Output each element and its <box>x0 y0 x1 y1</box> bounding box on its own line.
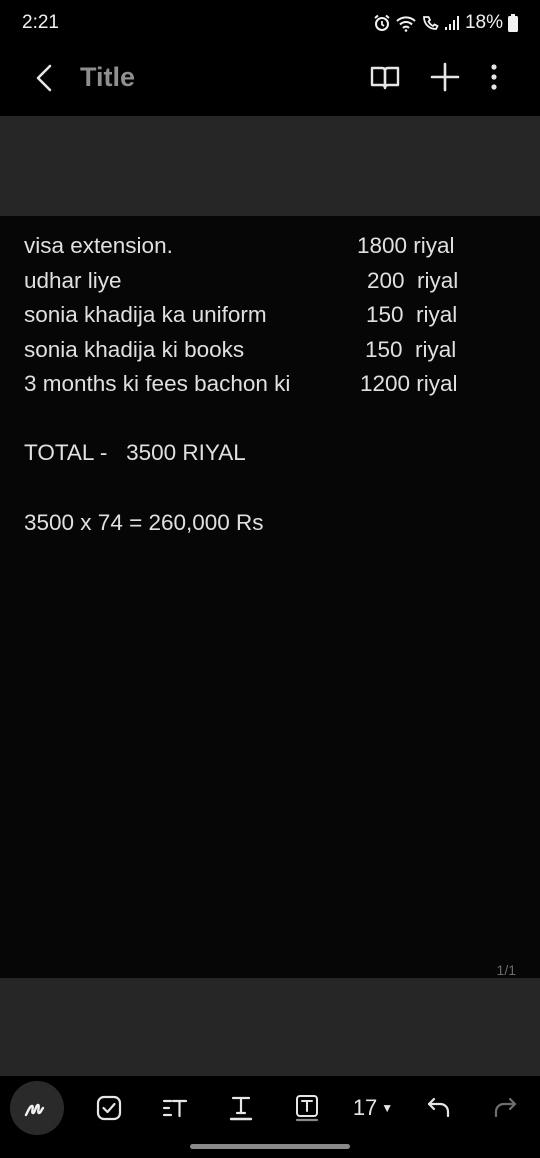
book-icon <box>370 66 400 90</box>
note-line-amount: 200 riyal <box>367 268 459 293</box>
font-size-value: 17 <box>352 1095 378 1120</box>
note-header-area <box>0 116 540 216</box>
wifi-icon <box>396 14 416 32</box>
text-format-icon <box>229 1096 253 1121</box>
note-line-label: visa extension. <box>24 233 173 258</box>
plus-icon <box>430 62 460 92</box>
undo-icon <box>427 1097 450 1118</box>
more-options-button[interactable] <box>482 60 506 94</box>
text-box-icon <box>295 1095 319 1122</box>
note-title[interactable]: Title <box>80 62 135 93</box>
note-line-amount: 1200 riyal <box>360 371 458 396</box>
wifi-calling-icon <box>421 14 439 32</box>
back-button[interactable] <box>28 60 64 96</box>
note-footer-area <box>0 978 540 1076</box>
note-line-label: sonia khadija ka uniform <box>24 302 267 327</box>
note-line-amount: 150 riyal <box>365 337 457 362</box>
home-indicator[interactable] <box>190 1144 350 1149</box>
chevron-left-icon <box>36 64 52 92</box>
note-line-label: sonia khadija ki books <box>24 337 245 362</box>
undo-button[interactable] <box>422 1084 456 1132</box>
note-line-label: udhar liye <box>24 268 122 293</box>
redo-button[interactable] <box>488 1084 522 1132</box>
battery-icon <box>508 14 518 32</box>
note-line-amount: 1800 riyal <box>357 233 455 258</box>
note-line-amount: 150 riyal <box>366 302 458 327</box>
status-icons: 18% <box>373 12 518 34</box>
note-conversion: 3500 x 74 = 260,000 Rs <box>24 510 264 535</box>
redo-icon <box>494 1097 517 1118</box>
text-box-button[interactable] <box>290 1084 324 1132</box>
more-vertical-icon <box>491 64 497 90</box>
checkbox-button[interactable] <box>92 1084 126 1132</box>
text-style-button[interactable] <box>158 1084 192 1132</box>
signal-icon <box>444 15 460 31</box>
checkbox-icon <box>96 1095 122 1121</box>
note-total: TOTAL - 3500 RIYAL <box>24 440 246 465</box>
status-time: 2:21 <box>22 12 59 33</box>
caret-down-icon: ▼ <box>381 1101 394 1115</box>
editing-toolbar: 17 ▼ <box>0 1076 540 1140</box>
page-counter: 1/1 <box>496 962 516 978</box>
alarm-icon <box>373 14 391 32</box>
battery-percent: 18% <box>464 12 503 33</box>
status-bar: 2:21 18% <box>0 0 540 46</box>
note-page[interactable] <box>0 216 540 978</box>
note-line-label: 3 months ki fees bachon ki <box>24 371 291 396</box>
handwriting-button[interactable] <box>10 1081 64 1135</box>
font-size-dropdown[interactable]: 17 ▼ <box>348 1084 398 1132</box>
reading-mode-button[interactable] <box>368 61 402 95</box>
text-style-icon <box>162 1099 188 1118</box>
pen-icon <box>24 1103 45 1117</box>
notes-screen: 2:21 18% Title visa extension. 1800 riya… <box>0 0 540 1158</box>
add-button[interactable] <box>428 60 462 94</box>
text-format-button[interactable] <box>224 1084 258 1132</box>
app-bar: Title <box>0 46 540 116</box>
